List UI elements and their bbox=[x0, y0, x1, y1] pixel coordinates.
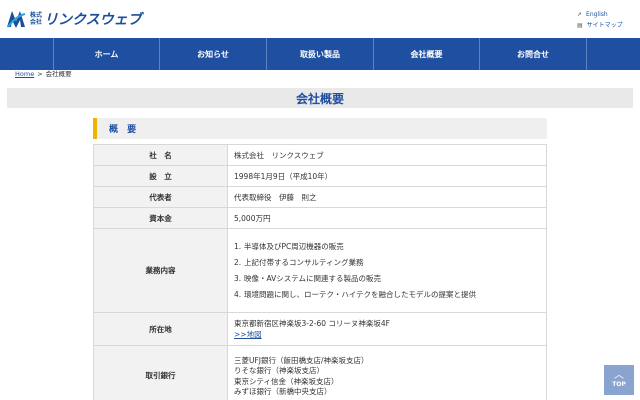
capital-value: 5,000万円 bbox=[227, 207, 547, 229]
english-link[interactable]: ➚ English bbox=[577, 9, 623, 20]
founded-label: 設 立 bbox=[93, 165, 228, 187]
list-item: 4. 環境問題に関し、ローテク・ハイテクを融合したモデルの提案と提供 bbox=[234, 287, 546, 303]
breadcrumb-home-link[interactable]: Home bbox=[15, 70, 34, 79]
business-label: 業務内容 bbox=[93, 228, 228, 313]
section-title: 概 要 bbox=[109, 125, 140, 135]
nav-item-company[interactable]: 会社概要 bbox=[374, 38, 480, 70]
list-item-text: 環境問題に関し、ローテク・ハイテクを融合したモデルの提案と提供 bbox=[244, 289, 477, 299]
logo-corp-text: 株式 会社 bbox=[30, 12, 42, 26]
representative-label: 代表者 bbox=[93, 186, 228, 208]
bank-item: りそな銀行（神楽坂支店） bbox=[234, 366, 324, 375]
breadcrumb-separator: > bbox=[37, 70, 43, 78]
company-info-table: 社 名 株式会社 リンクスウェブ 設 立 1998年1月9日（平成10年） 代表… bbox=[93, 144, 547, 400]
breadcrumb: Home > 会社概要 bbox=[15, 70, 72, 79]
sitemap-link-label: サイトマップ bbox=[586, 22, 623, 29]
back-to-top-label: TOP bbox=[612, 381, 626, 388]
founded-value: 1998年1月9日（平成10年） bbox=[227, 165, 547, 187]
logo-small-2: 会社 bbox=[30, 19, 43, 26]
banks-value: 三菱UFJ銀行（飯田橋支店/神楽坂支店） りそな銀行（神楽坂支店） 東京シティ信… bbox=[227, 345, 547, 400]
nav-item-contact[interactable]: お問合せ bbox=[480, 38, 587, 70]
company-name-value: 株式会社 リンクスウェブ bbox=[227, 144, 547, 166]
table-row: 所在地 東京都新宿区神楽坂3-2-60 コリーヌ神楽坂4F >>地図 bbox=[93, 312, 547, 346]
nav-item-label: 会社概要 bbox=[410, 49, 443, 59]
site-logo[interactable]: 株式 会社 リンクスウェブ bbox=[5, 7, 142, 31]
list-item-text: 映像・AVシステムに関連する製品の販売 bbox=[244, 273, 382, 283]
list-item: 2. 上記付帯するコンサルティング業務 bbox=[234, 255, 546, 271]
address-label: 所在地 bbox=[93, 312, 228, 346]
chevron-up-icon: ︿ bbox=[614, 370, 624, 381]
link-arrow-icon: ➚ bbox=[577, 11, 583, 18]
list-item-text: 半導体及びPC周辺機器の販売 bbox=[244, 241, 344, 251]
map-link[interactable]: >>地図 bbox=[234, 330, 262, 339]
page-title-band: 会社概要 bbox=[7, 88, 633, 108]
table-row: 代表者 代表取締役 伊藤 則之 bbox=[93, 186, 547, 208]
logo-mark-icon bbox=[5, 8, 27, 30]
list-item-number: 4. bbox=[234, 289, 242, 299]
section-header: 概 要 bbox=[93, 118, 547, 139]
list-item-number: 1. bbox=[234, 241, 242, 251]
table-row: 取引銀行 三菱UFJ銀行（飯田橋支店/神楽坂支店） りそな銀行（神楽坂支店） 東… bbox=[93, 345, 547, 400]
address-value: 東京都新宿区神楽坂3-2-60 コリーヌ神楽坂4F >>地図 bbox=[227, 312, 547, 346]
company-name-label: 社 名 bbox=[93, 144, 228, 166]
list-item-number: 2. bbox=[234, 257, 242, 267]
site-header: 株式 会社 リンクスウェブ ➚ English ▤ サイトマップ bbox=[0, 0, 640, 38]
sitemap-link[interactable]: ▤ サイトマップ bbox=[577, 20, 623, 31]
table-row: 社 名 株式会社 リンクスウェブ bbox=[93, 144, 547, 166]
list-item-text: 上記付帯するコンサルティング業務 bbox=[244, 257, 364, 267]
business-list: 1. 半導体及びPC周辺機器の販売 2. 上記付帯するコンサルティング業務 3. 映像… bbox=[234, 239, 546, 303]
sitemap-icon: ▤ bbox=[577, 22, 583, 29]
nav-item-products[interactable]: 取扱い製品 bbox=[267, 38, 374, 70]
list-item: 1. 半導体及びPC周辺機器の販売 bbox=[234, 239, 546, 255]
page-title: 会社概要 bbox=[295, 91, 344, 106]
nav-item-label: お知らせ bbox=[197, 49, 229, 59]
business-value: 1. 半導体及びPC周辺機器の販売 2. 上記付帯するコンサルティング業務 3. 映像… bbox=[227, 228, 547, 313]
global-nav: ホーム お知らせ 取扱い製品 会社概要 お問合せ bbox=[0, 38, 640, 70]
table-row: 資本金 5,000万円 bbox=[93, 207, 547, 229]
nav-item-home[interactable]: ホーム bbox=[53, 38, 160, 70]
banks-label: 取引銀行 bbox=[93, 345, 228, 400]
breadcrumb-current: 会社概要 bbox=[45, 70, 72, 78]
bank-item: 三菱UFJ銀行（飯田橋支店/神楽坂支店） bbox=[234, 355, 369, 365]
bank-item: みずほ銀行（新橋中央支店） bbox=[234, 387, 332, 396]
nav-item-label: 取扱い製品 bbox=[300, 49, 340, 59]
nav-item-news[interactable]: お知らせ bbox=[160, 38, 267, 70]
english-link-label: English bbox=[586, 11, 608, 18]
list-item: 3. 映像・AVシステムに関連する製品の販売 bbox=[234, 271, 546, 287]
utility-links: ➚ English ▤ サイトマップ bbox=[577, 9, 623, 31]
nav-item-label: お問合せ bbox=[517, 49, 549, 59]
back-to-top-button[interactable]: ︿ TOP bbox=[604, 365, 634, 395]
representative-value: 代表取締役 伊藤 則之 bbox=[227, 186, 547, 208]
logo-small-1: 株式 bbox=[30, 12, 43, 19]
logo-name: リンクスウェブ bbox=[44, 12, 142, 28]
table-row: 設 立 1998年1月9日（平成10年） bbox=[93, 165, 547, 187]
table-row: 業務内容 1. 半導体及びPC周辺機器の販売 2. 上記付帯するコンサルティング業務… bbox=[93, 228, 547, 313]
address-text: 東京都新宿区神楽坂3-2-60 コリーヌ神楽坂4F bbox=[234, 319, 390, 328]
bank-item: 東京シティ信金（神楽坂支店） bbox=[234, 376, 339, 386]
nav-item-label: ホーム bbox=[94, 49, 119, 59]
capital-label: 資本金 bbox=[93, 207, 228, 229]
list-item-number: 3. bbox=[234, 273, 242, 283]
